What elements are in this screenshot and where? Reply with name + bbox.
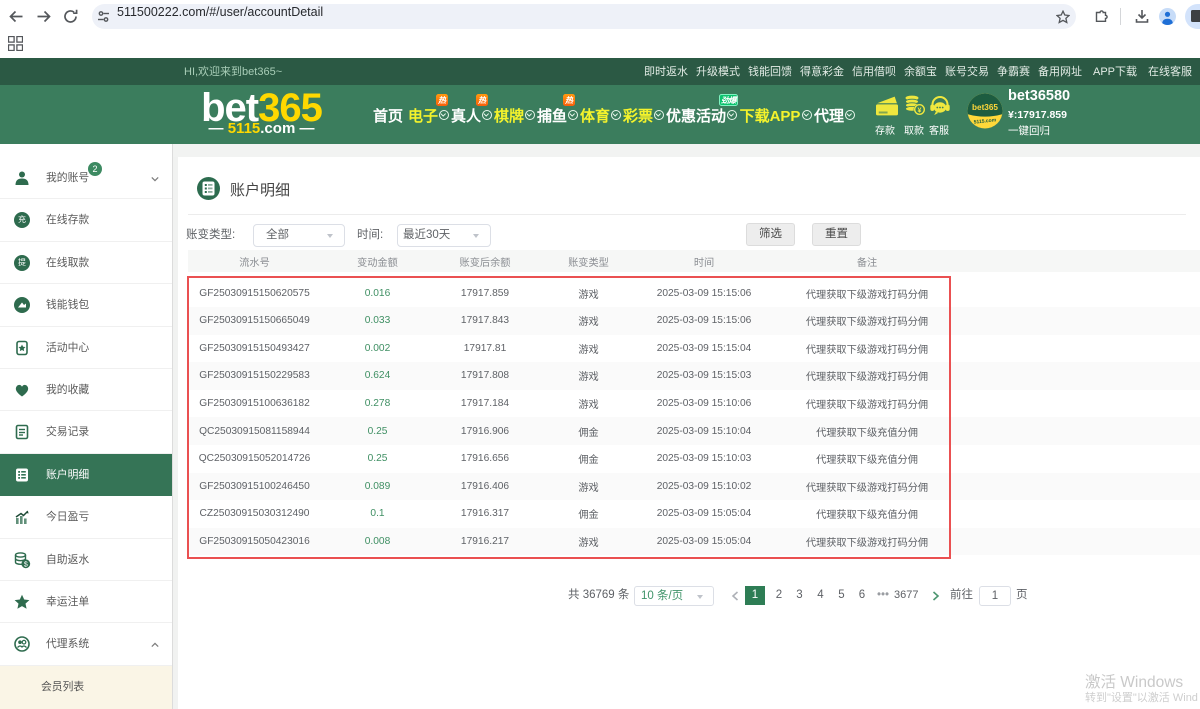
svg-text:¥: ¥ xyxy=(918,107,922,114)
svg-text:bet365: bet365 xyxy=(972,103,998,112)
svg-text:$: $ xyxy=(24,561,28,568)
